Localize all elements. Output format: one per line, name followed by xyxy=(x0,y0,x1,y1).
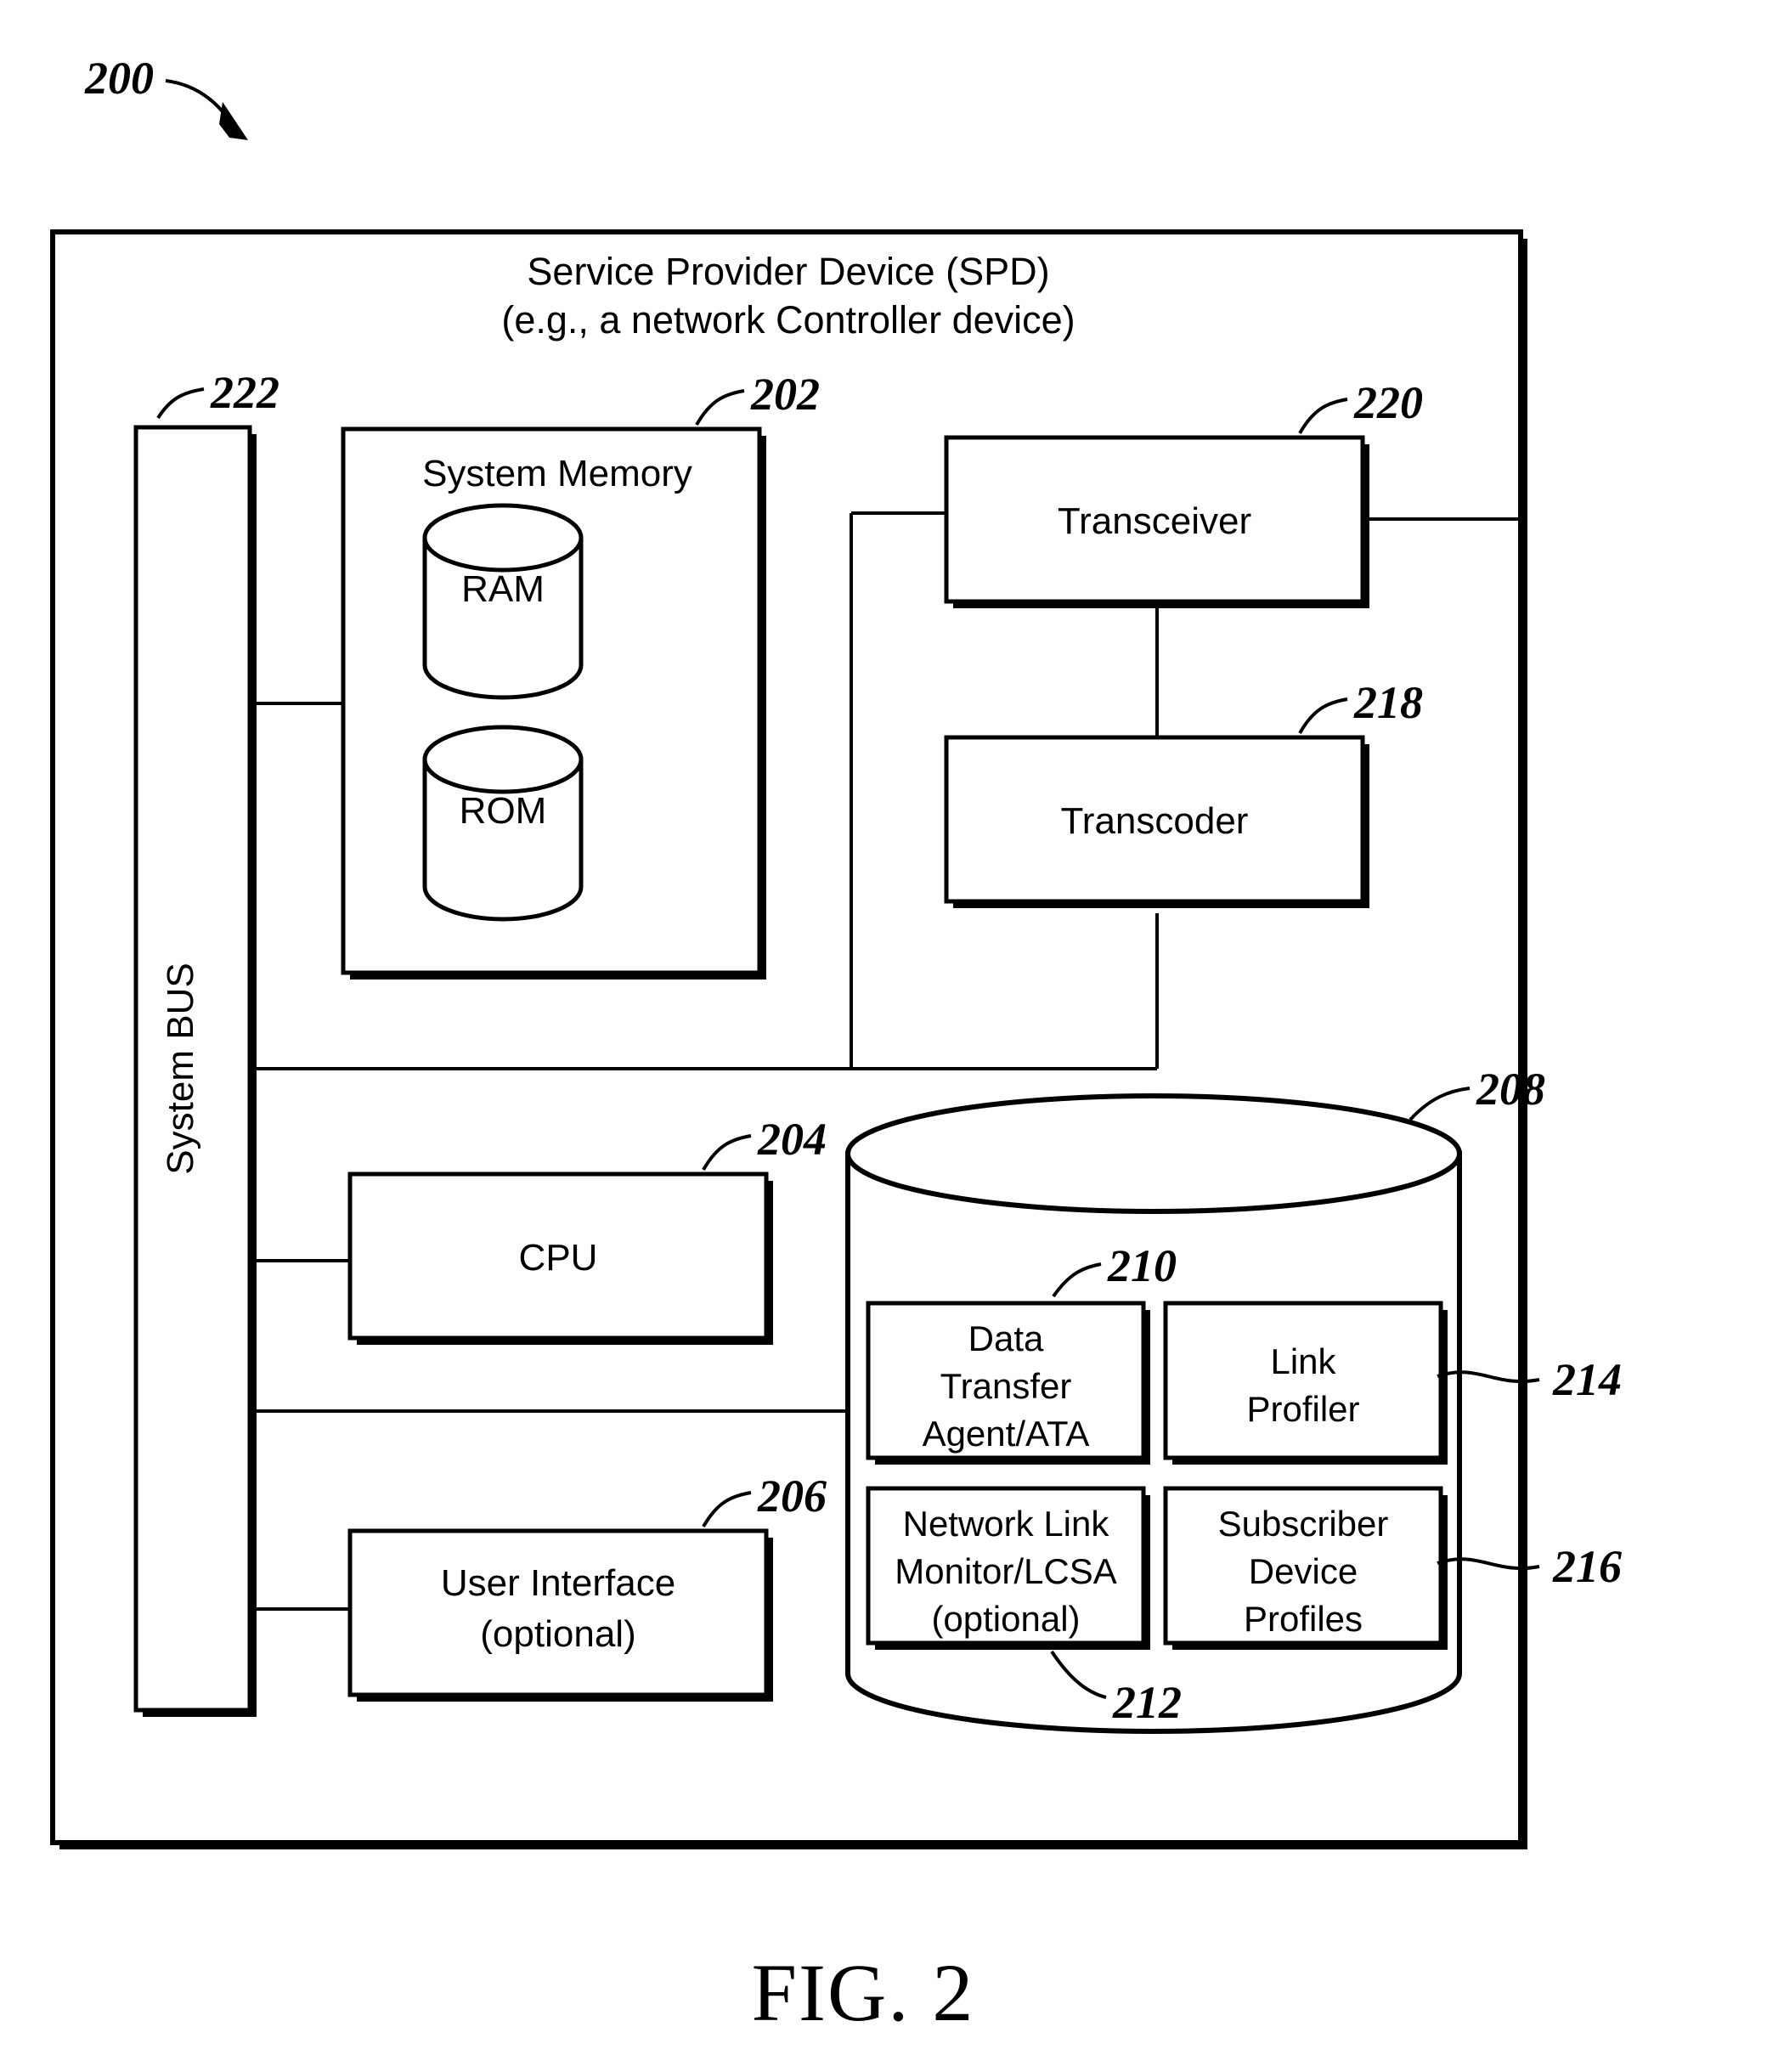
ram-cylinder-top xyxy=(422,503,584,573)
ref-label-218: 218 xyxy=(1353,677,1423,728)
ref-label-220: 220 xyxy=(1353,377,1423,428)
transceiver-block: Transceiver xyxy=(944,435,1369,608)
cpu-block: CPU xyxy=(347,1171,773,1345)
dta-line-2: Transfer xyxy=(940,1366,1072,1406)
dta-line-3: Agent/ATA xyxy=(923,1414,1090,1454)
datastore-item-link-profiler: Link Profiler xyxy=(1163,1301,1448,1465)
transceiver-label: Transceiver xyxy=(1058,500,1251,542)
datastore-cylinder-top xyxy=(845,1093,1462,1214)
system-memory-block: System Memory RAM ROM xyxy=(341,426,766,980)
ref-label-210: 210 xyxy=(1107,1240,1177,1291)
link-profiler-line-2: Profiler xyxy=(1246,1389,1359,1429)
user-interface-block: User Interface (optional) xyxy=(347,1528,773,1702)
ref-label-200: 200 xyxy=(84,53,154,104)
user-interface-label-line1: User Interface xyxy=(441,1562,675,1604)
datastore-item-subscriber-device-profiles: Subscriber Device Profiles xyxy=(1163,1486,1448,1650)
ref-label-208: 208 xyxy=(1476,1064,1545,1115)
sdp-line-1: Subscriber xyxy=(1218,1504,1389,1544)
ref-label-202: 202 xyxy=(750,369,820,420)
spd-title-line1: Service Provider Device (SPD) xyxy=(527,250,1049,293)
sdp-line-3: Profiles xyxy=(1244,1599,1363,1639)
user-interface-label-line2: (optional) xyxy=(480,1613,635,1655)
sdp-line-2: Device xyxy=(1249,1551,1358,1591)
rom-cylinder-top xyxy=(422,725,584,794)
link-profiler-line-1: Link xyxy=(1270,1341,1336,1381)
transcoder-block: Transcoder xyxy=(944,735,1369,908)
nlm-line-2: Monitor/LCSA xyxy=(895,1551,1116,1591)
system-memory-label: System Memory xyxy=(422,453,692,494)
system-bus-label: System BUS xyxy=(160,963,201,1174)
datastore-item-network-link-monitor: Network Link Monitor/LCSA (optional) xyxy=(866,1486,1150,1650)
root-reference-callout: 200 xyxy=(84,53,248,140)
dta-line-1: Data xyxy=(968,1318,1044,1358)
ref-label-212: 212 xyxy=(1112,1677,1182,1728)
ref-label-216: 216 xyxy=(1552,1541,1622,1592)
datastore-item-data-transfer-agent: Data Transfer Agent/ATA xyxy=(866,1301,1150,1465)
nlm-line-1: Network Link xyxy=(903,1504,1110,1544)
ref-label-204: 204 xyxy=(757,1114,827,1165)
ram-label: RAM xyxy=(461,568,545,610)
figure-canvas: 200 Service Provider Device (SPD) (e.g.,… xyxy=(50,53,1622,2038)
ref-label-222: 222 xyxy=(210,367,279,418)
cpu-label: CPU xyxy=(519,1237,598,1279)
ref-label-214: 214 xyxy=(1552,1354,1622,1405)
ram-cylinder: RAM xyxy=(422,503,584,700)
system-bus: System BUS xyxy=(133,425,257,1717)
rom-cylinder: ROM xyxy=(422,725,584,922)
arrow-head-200 xyxy=(219,102,248,140)
figure-caption: FIG. 2 xyxy=(752,1947,975,2038)
patent-figure: 200 Service Provider Device (SPD) (e.g.,… xyxy=(0,0,1767,2072)
nlm-line-3: (optional) xyxy=(931,1599,1080,1639)
spd-title-line2: (e.g., a network Controller device) xyxy=(501,298,1075,342)
transcoder-label: Transcoder xyxy=(1061,800,1249,842)
ref-label-206: 206 xyxy=(757,1471,827,1522)
rom-label: ROM xyxy=(460,790,547,832)
